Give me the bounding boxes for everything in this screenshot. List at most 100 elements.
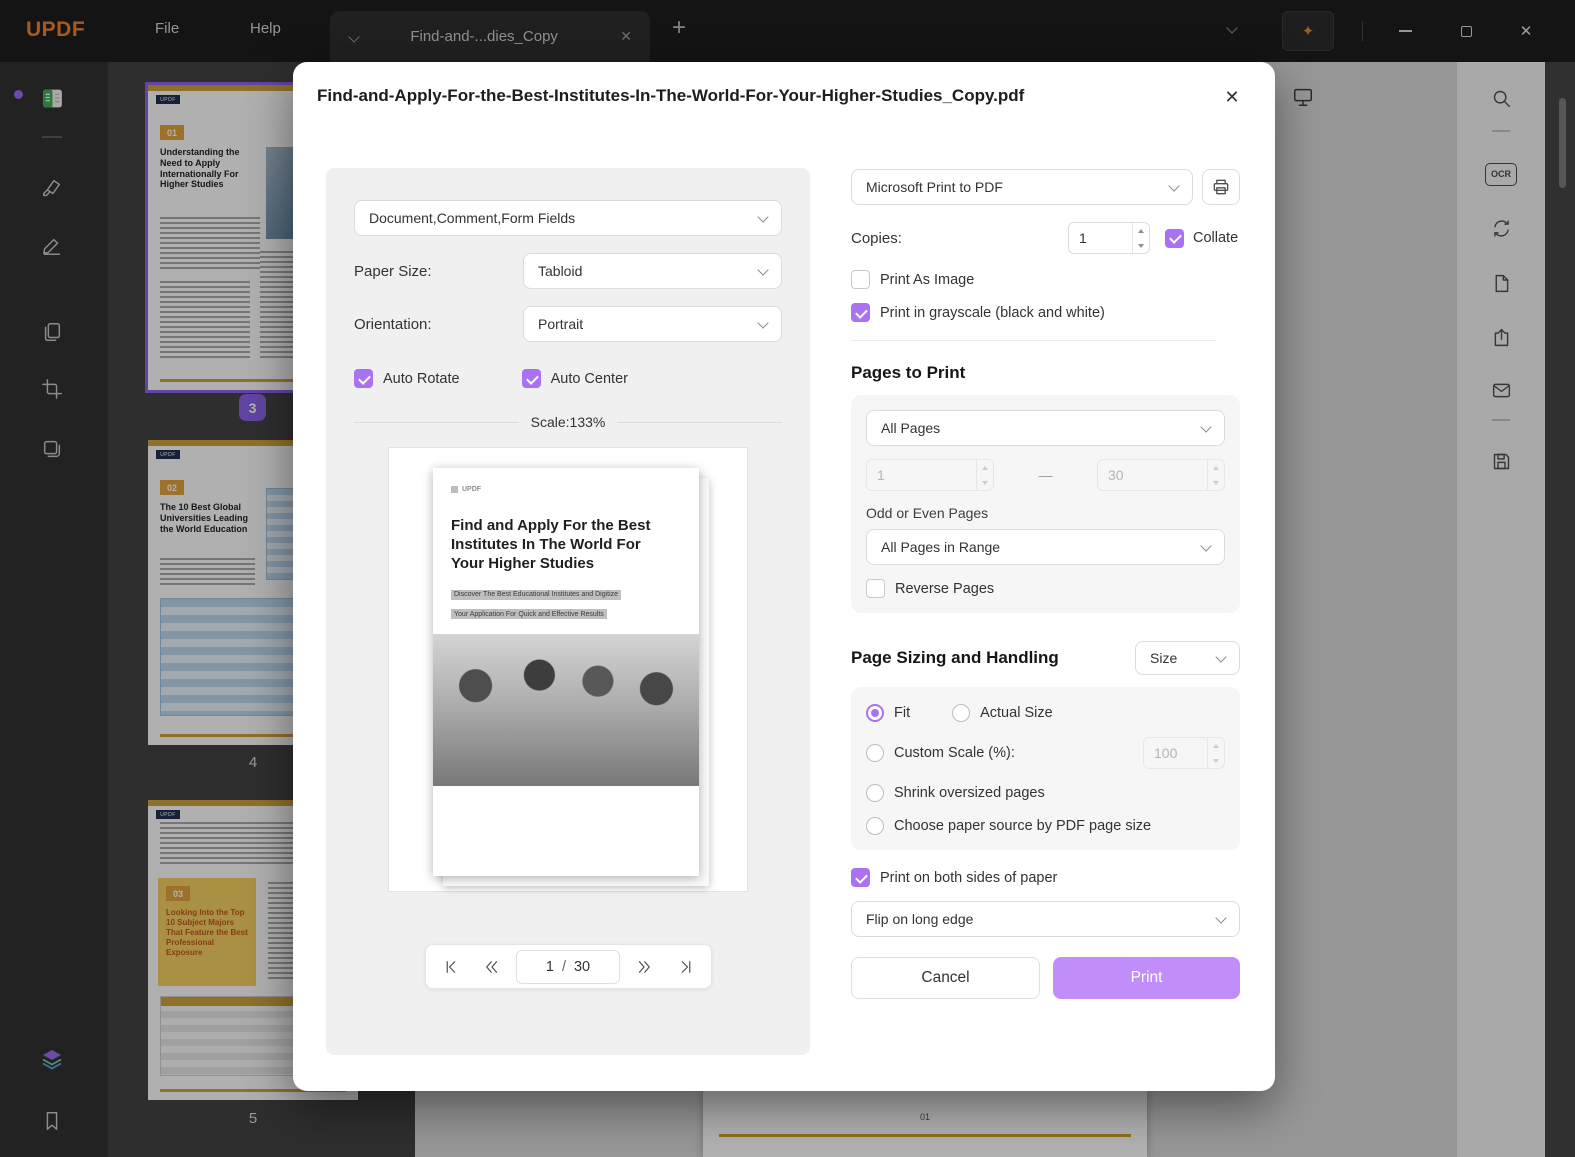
scale-text: Scale:133% [530, 414, 606, 430]
chevron-down-icon [1215, 911, 1227, 924]
print-as-image-option[interactable]: Print As Image [851, 270, 1240, 289]
reverse-pages-option[interactable]: Reverse Pages [866, 579, 1225, 598]
auto-rotate-option[interactable]: Auto Rotate [354, 369, 460, 388]
chevron-down-icon [1200, 420, 1212, 433]
printer-row: Microsoft Print to PDF [851, 169, 1240, 205]
sizing-mode-select[interactable]: Size [1135, 641, 1240, 675]
auto-center-checkbox[interactable] [521, 369, 541, 388]
spin-up-icon [1213, 743, 1219, 748]
spinner[interactable] [1207, 460, 1224, 490]
paper-size-select[interactable]: Tabloid [523, 253, 782, 289]
auto-center-label: Auto Center [550, 370, 628, 387]
spin-down-icon [982, 480, 988, 485]
collate-option[interactable]: Collate [1165, 228, 1239, 248]
both-sides-checkbox[interactable] [851, 868, 870, 887]
brand-square-icon [451, 486, 458, 493]
last-page-button[interactable] [669, 950, 703, 984]
auto-rotate-checkbox[interactable] [354, 369, 373, 388]
print-dialog: Find-and-Apply-For-the-Best-Institutes-I… [293, 62, 1275, 1091]
odd-even-select[interactable]: All Pages in Range [866, 529, 1225, 565]
paper-size-row: Paper Size: Tabloid [354, 253, 782, 289]
actual-size-radio[interactable] [952, 704, 971, 722]
range-dash: — [1038, 467, 1053, 483]
printer-value: Microsoft Print to PDF [866, 179, 1003, 195]
total-pages: 30 [573, 958, 591, 975]
scale-divider: Scale:133% [354, 414, 782, 430]
custom-scale-label: Custom Scale (%): [894, 745, 1015, 761]
auto-center-option[interactable]: Auto Center [521, 369, 628, 388]
chevron-down-icon [757, 210, 769, 223]
range-from-value: 1 [877, 467, 885, 483]
preview-brand: UPDF [451, 486, 681, 493]
spin-up-icon [982, 465, 988, 470]
custom-scale-radio[interactable] [866, 744, 884, 762]
paper-size-value: Tabloid [538, 263, 583, 279]
range-from-stepper[interactable]: 1 [866, 459, 994, 491]
dialog-close-button[interactable]: ✕ [1217, 82, 1247, 112]
preview-brand-text: UPDF [462, 486, 482, 493]
previous-page-button[interactable] [475, 950, 509, 984]
fit-label: Fit [894, 705, 911, 721]
page-number-input[interactable]: 1 / 30 [516, 949, 620, 984]
actual-size-label: Actual Size [980, 705, 1053, 721]
spin-down-icon [1138, 243, 1144, 248]
copies-row: Copies: 1 Collate [851, 222, 1240, 254]
orientation-row: Orientation: Portrait [354, 306, 782, 342]
collate-checkbox[interactable] [1165, 228, 1184, 248]
flip-select[interactable]: Flip on long edge [851, 901, 1240, 937]
spinner[interactable] [1207, 738, 1224, 768]
next-page-button[interactable] [627, 950, 661, 984]
shrink-radio[interactable] [866, 784, 884, 802]
shrink-row: Shrink oversized pages [866, 784, 1225, 802]
first-page-icon [446, 960, 455, 973]
last-page-icon [681, 960, 690, 973]
copies-stepper[interactable]: 1 [1068, 222, 1150, 254]
sizing-panel: Fit Actual Size Custom Scale (%): 100 Sh… [851, 687, 1240, 850]
collate-label: Collate [1193, 230, 1239, 246]
odd-even-label: Odd or Even Pages [866, 505, 989, 521]
custom-scale-stepper[interactable]: 100 [1143, 737, 1225, 769]
fit-radio[interactable] [866, 704, 884, 722]
paper-source-label: Choose paper source by PDF page size [894, 818, 1152, 834]
printer-properties-button[interactable] [1202, 169, 1240, 205]
double-chevron-left-icon [485, 960, 497, 973]
auto-options-row: Auto Rotate Auto Center [354, 369, 782, 388]
current-page: 1 [545, 958, 554, 975]
print-button[interactable]: Print [1053, 957, 1240, 999]
content-select-value: Document,Comment,Form Fields [369, 210, 576, 226]
both-sides-option[interactable]: Print on both sides of paper [851, 868, 1240, 887]
dialog-header: Find-and-Apply-For-the-Best-Institutes-I… [293, 62, 1275, 132]
spin-up-icon [1213, 465, 1219, 470]
shrink-label: Shrink oversized pages [894, 785, 1045, 801]
preview-pager: 1 / 30 [424, 944, 712, 989]
printer-select[interactable]: Microsoft Print to PDF [851, 169, 1193, 205]
grayscale-label: Print in grayscale (black and white) [880, 304, 1105, 321]
grayscale-option[interactable]: Print in grayscale (black and white) [851, 303, 1240, 322]
both-sides-label: Print on both sides of paper [880, 869, 1058, 886]
spin-down-icon [1213, 758, 1219, 763]
sizing-heading: Page Sizing and Handling [851, 648, 1059, 667]
print-settings-panel: Microsoft Print to PDF Copies: 1 Collate… [851, 169, 1240, 999]
section-divider [851, 340, 1216, 341]
page-range-select[interactable]: All Pages [866, 410, 1225, 446]
orientation-value: Portrait [538, 316, 584, 332]
dialog-title: Find-and-Apply-For-the-Best-Institutes-I… [317, 86, 1025, 105]
preview-subtitle-line: Your Application For Quick and Effective… [451, 609, 607, 620]
print-as-image-checkbox[interactable] [851, 270, 870, 289]
range-to-stepper[interactable]: 30 [1097, 459, 1225, 491]
orientation-select[interactable]: Portrait [523, 306, 782, 342]
auto-rotate-label: Auto Rotate [383, 370, 460, 387]
paper-source-radio[interactable] [866, 817, 884, 835]
pages-to-print-heading: Pages to Print [851, 363, 966, 382]
grayscale-checkbox[interactable] [851, 303, 870, 322]
first-page-button[interactable] [434, 950, 468, 984]
custom-scale-row: Custom Scale (%): 100 [866, 737, 1225, 769]
page-range-value: All Pages [881, 420, 941, 436]
spinner[interactable] [976, 460, 993, 490]
content-select[interactable]: Document,Comment,Form Fields [354, 200, 782, 236]
custom-scale-value: 100 [1154, 745, 1178, 761]
cancel-button[interactable]: Cancel [851, 957, 1040, 999]
reverse-pages-checkbox[interactable] [866, 579, 885, 598]
dialog-buttons: Cancel Print [851, 957, 1240, 999]
spinner[interactable] [1132, 223, 1149, 253]
